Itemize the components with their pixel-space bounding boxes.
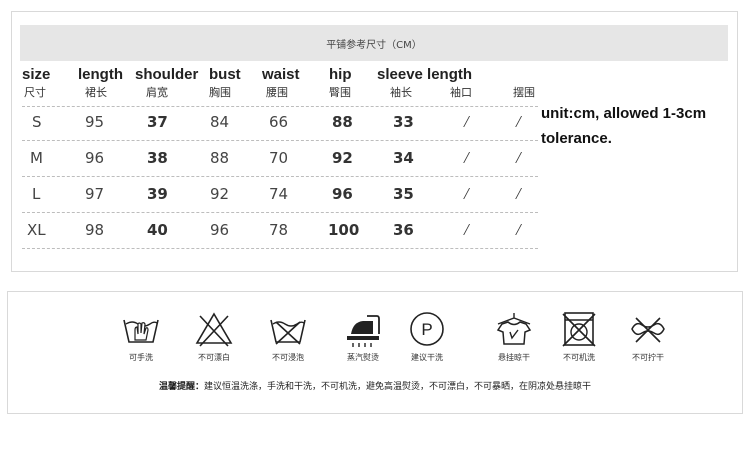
care-tip-label: 温馨提醒：	[158, 382, 204, 392]
table-row: M 96 38 88 70 92 34 / /	[22, 140, 538, 177]
care-label: 不可拧干	[632, 353, 664, 362]
header-waist-cn: 腰围	[266, 86, 288, 99]
header-length-en: length	[78, 66, 123, 83]
care-label: 建议干洗	[411, 353, 443, 362]
care-panel: 可手洗 不可漂白 不可浸泡 蒸汽熨烫 P 建议干洗 悬挂晾干 不可机洗 不可拧干…	[7, 291, 743, 414]
dry-clean-icon: P	[410, 312, 444, 346]
cell-shoulder: 39	[147, 185, 168, 203]
cell-hip: 92	[332, 149, 353, 167]
table-row: S 95 37 84 66 88 33 / /	[22, 104, 538, 141]
care-item: 可手洗	[106, 310, 176, 363]
hang-dry-icon	[496, 313, 532, 345]
care-tip: 温馨提醒：建议恒温洗涤，手洗和干洗，不可机洗，避免高温熨烫，不可漂白，不可暴晒，…	[8, 379, 742, 392]
care-label: 可手洗	[129, 353, 153, 362]
size-chart-banner: 平铺参考尺寸（CM）	[20, 25, 728, 61]
cell-cuff: /	[464, 112, 469, 131]
care-item: 悬挂晾干	[479, 310, 549, 363]
cell-hip: 100	[328, 221, 360, 239]
cell-hem: /	[516, 148, 521, 167]
care-item: 不可漂白	[179, 310, 249, 363]
care-item: P 建议干洗	[392, 310, 462, 363]
care-label: 不可机洗	[563, 353, 595, 362]
header-size-cn: 尺寸	[24, 86, 46, 99]
header-size-en: size	[22, 66, 51, 83]
cell-length: 98	[85, 221, 105, 239]
cell-size: XL	[27, 221, 46, 239]
cell-bust: 84	[210, 113, 230, 131]
cell-hem: /	[516, 184, 521, 203]
no-soak-icon	[270, 319, 306, 345]
cell-shoulder: 37	[147, 113, 168, 131]
header-cuff-cn: 袖口	[450, 86, 472, 99]
care-label: 蒸汽熨烫	[347, 353, 379, 362]
no-bleach-icon	[195, 312, 233, 347]
cell-shoulder: 38	[147, 149, 168, 167]
care-tip-text: 建议恒温洗涤，手洗和干洗，不可机洗，避免高温熨烫，不可漂白，不可暴晒，在阴凉处悬…	[204, 382, 592, 392]
cell-hip: 88	[332, 113, 353, 131]
cell-cuff: /	[464, 220, 469, 239]
cell-sleeve: 33	[393, 113, 414, 131]
steam-iron-icon	[347, 315, 380, 347]
header-shoulder-en: shoulder	[135, 66, 199, 83]
cell-length: 97	[85, 185, 105, 203]
cell-cuff: /	[464, 184, 469, 203]
header-sleeve-en: sleeve length	[377, 66, 473, 83]
care-item: 蒸汽熨烫	[328, 310, 398, 363]
care-label: 悬挂晾干	[498, 353, 530, 362]
cell-size: L	[32, 185, 41, 203]
header-hip-cn: 臀围	[329, 86, 351, 99]
no-machine-wash-icon	[562, 312, 596, 347]
cell-length: 95	[85, 113, 105, 131]
cell-size: M	[30, 149, 43, 167]
cell-bust: 88	[210, 149, 230, 167]
tolerance-note: unit:cm, allowed 1-3cm tolerance.	[541, 105, 707, 147]
dry-clean-letter: P	[421, 320, 432, 339]
cell-waist: 70	[269, 149, 289, 167]
care-item: 不可浸泡	[253, 310, 323, 363]
cell-sleeve: 34	[393, 149, 414, 167]
care-label: 不可漂白	[198, 353, 230, 362]
cell-sleeve: 35	[393, 185, 414, 203]
header-bust-en: bust	[209, 66, 241, 83]
cell-hem: /	[516, 220, 521, 239]
cell-bust: 92	[210, 185, 230, 203]
table-row: L 97 39 92 74 96 35 / /	[22, 176, 538, 213]
no-wring-icon	[631, 317, 665, 343]
header-sleeve-cn: 袖长	[390, 86, 412, 99]
cell-waist: 66	[269, 113, 289, 131]
care-item: 不可拧干	[613, 310, 683, 363]
cell-hip: 96	[332, 185, 353, 203]
cell-waist: 74	[269, 185, 289, 203]
care-label: 不可浸泡	[272, 353, 304, 362]
cell-hem: /	[516, 112, 521, 131]
cell-shoulder: 40	[147, 221, 168, 239]
cell-sleeve: 36	[393, 221, 414, 239]
header-hem-cn: 摆围	[513, 86, 535, 99]
cell-waist: 78	[269, 221, 289, 239]
banner-title: 平铺参考尺寸（CM）	[326, 39, 422, 51]
cell-length: 96	[85, 149, 105, 167]
header-waist-en: waist	[262, 66, 300, 83]
cell-bust: 96	[210, 221, 230, 239]
care-item: 不可机洗	[544, 310, 614, 363]
hand-wash-icon	[123, 319, 159, 343]
header-hip-en: hip	[329, 66, 352, 83]
cell-cuff: /	[464, 148, 469, 167]
header-length-cn: 裙长	[85, 86, 107, 99]
header-bust-cn: 胸围	[209, 86, 231, 99]
cell-size: S	[32, 113, 42, 131]
table-row: XL 98 40 96 78 100 36 / /	[22, 212, 538, 249]
header-shoulder-cn: 肩宽	[146, 86, 168, 99]
